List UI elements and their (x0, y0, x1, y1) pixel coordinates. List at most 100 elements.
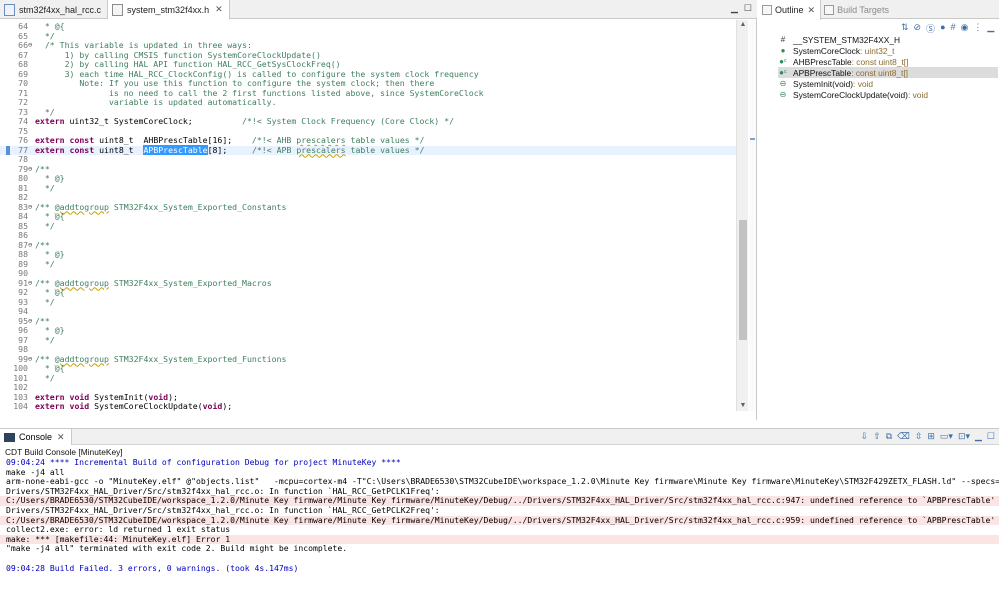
code-line[interactable]: 104 extern void SystemCoreClockUpdate(voi… (0, 402, 736, 411)
outline-item-type: : void (853, 78, 874, 89)
code-line[interactable]: 92 * @{ (0, 288, 736, 297)
macro-icon: # (780, 35, 786, 44)
minimize-icon[interactable]: ▁ (975, 431, 982, 442)
next-error-icon[interactable]: ⇩ (861, 431, 869, 442)
console-line: C:/Users/BRADE6530/STM32CubeIDE/workspac… (0, 515, 999, 526)
minimize-icon[interactable]: ▁ (731, 3, 738, 14)
fold-toggle-icon[interactable]: ⊖ (28, 317, 34, 326)
overview-ruler[interactable] (749, 20, 756, 411)
scroll-down-icon[interactable]: ▼ (737, 401, 749, 411)
code-line[interactable]: 81 */ (0, 183, 736, 193)
prev-error-icon[interactable]: ⇧ (873, 431, 881, 442)
line-number: 74 (18, 116, 28, 126)
copy-icon[interactable]: ⧉ (886, 431, 892, 442)
outline-item[interactable]: ⊖ SystemInit(void) : void (778, 78, 998, 89)
code-line[interactable]: 86 (0, 231, 736, 240)
console-line: Drivers/STM32F4xx_HAL_Driver/Src/stm32f4… (6, 486, 440, 496)
console-line: collect2.exe: error: ld returned 1 exit … (6, 525, 231, 535)
code-line[interactable]: 102 (0, 383, 736, 392)
console-line: C:/Users/BRADE6530/STM32CubeIDE/workspac… (0, 496, 999, 506)
line-number: 64 (18, 21, 28, 31)
console-tab-bar: Console ✕ (0, 429, 999, 445)
code-line[interactable]: 78 (0, 155, 736, 164)
code-line[interactable]: 99 ⊖/** @addtogroup STM32F4xx_System_Expo… (0, 354, 736, 364)
console-toolbar: ⇩ ⇧ ⧉ ⌫ ⇳ ⊞ ▭▾ ⊡▾ ▁ ☐ (861, 431, 995, 442)
code-line[interactable]: 80 * @} (0, 174, 736, 183)
code-editor[interactable]: 64 * @{65 */66 ⊖ /* This variable is upda… (0, 20, 736, 411)
code-text: */ (35, 258, 55, 269)
build-targets-icon (824, 4, 835, 15)
tab-outline-label: Outline (775, 5, 804, 15)
tab-build-targets[interactable]: Build Targets (821, 0, 894, 19)
outline-tab-bar: Outline ✕ Build Targets (759, 0, 999, 20)
console-line: 09:04:24 **** Incremental Build of confi… (6, 458, 401, 467)
outline-item-name: SystemCoreClock (793, 45, 861, 56)
close-icon[interactable]: ✕ (808, 5, 816, 16)
code-line[interactable]: 95 ⊖/** (0, 316, 736, 326)
function-icon: ⊖ (779, 90, 787, 99)
fold-toggle-icon[interactable]: ⊖ (28, 203, 34, 212)
code-line[interactable]: 94 (0, 307, 736, 316)
outline-item[interactable]: ●ᶜ AHBPrescTable : const uint8_t[] (778, 56, 998, 67)
editor-tab-0[interactable]: stm32f4xx_hal_rcc.c (0, 0, 109, 19)
line-number: 94 (18, 306, 28, 316)
line-number: 98 (18, 344, 28, 354)
code-line[interactable]: 64 * @{ (0, 22, 736, 31)
code-line[interactable]: 101 */ (0, 373, 736, 383)
tab-console[interactable]: Console ✕ (0, 429, 72, 445)
scroll-up-icon[interactable]: ▲ (737, 20, 749, 30)
line-number: 88 (18, 249, 28, 259)
code-line[interactable]: 74 extern uint32_t SystemCoreClock; /*!< … (0, 117, 736, 126)
console-output[interactable]: 09:04:24 **** Incremental Build of confi… (0, 458, 999, 595)
function-icon: ⊖ (779, 79, 787, 88)
code-text: /** @addtogroup STM32F4xx_System_Exporte… (35, 201, 287, 212)
scrollbar-thumb[interactable] (739, 220, 747, 340)
outline-item-type: : const uint8_t[] (851, 56, 909, 67)
code-line[interactable]: 96 * @} (0, 326, 736, 335)
code-line[interactable]: 93 */ (0, 297, 736, 307)
tab-console-label: Console (19, 432, 53, 442)
outline-item[interactable]: ●ᶜ APBPrescTable : const uint8_t[] (778, 67, 998, 78)
editor-tab-1[interactable]: system_stm32f4xx.h ✕ (108, 0, 230, 20)
display-console-icon[interactable]: ▭▾ (940, 431, 953, 442)
code-line[interactable]: 83 ⊖/** @addtogroup STM32F4xx_System_Expo… (0, 201, 736, 212)
code-line[interactable]: 88 * @} (0, 250, 736, 259)
maximize-icon[interactable]: ☐ (987, 431, 995, 442)
code-line[interactable]: 87 ⊖/** (0, 240, 736, 250)
fold-toggle-icon[interactable]: ⊖ (28, 241, 34, 250)
code-line[interactable]: 77 extern const uint8_t APBPrescTable[8];… (0, 144, 736, 155)
c-file-icon (4, 3, 15, 16)
code-line[interactable]: 85 */ (0, 221, 736, 231)
outline-item-name: AHBPrescTable (793, 56, 852, 67)
variable-icon: ● (780, 46, 786, 55)
fold-toggle-icon[interactable]: ⊖ (28, 41, 34, 50)
fold-toggle-icon[interactable]: ⊖ (28, 165, 34, 174)
close-icon[interactable]: ✕ (215, 4, 223, 15)
fold-toggle-icon[interactable]: ⊖ (28, 355, 34, 364)
outline-item[interactable]: # __SYSTEM_STM32F4XX_H (778, 34, 998, 45)
code-line[interactable]: 100 * @{ (0, 364, 736, 373)
code-line[interactable]: 97 */ (0, 334, 736, 345)
code-text: */ (35, 334, 55, 345)
maximize-icon[interactable]: ☐ (744, 3, 752, 14)
line-number: 84 (18, 211, 28, 221)
clear-icon[interactable]: ⌫ (897, 431, 910, 442)
outline-item[interactable]: ● SystemCoreClock : uint32_t (778, 45, 998, 56)
code-line[interactable]: 72 variable is updated automatically. (0, 98, 736, 107)
outline-item[interactable]: ⊖ SystemCoreClockUpdate(void) : void (778, 89, 998, 100)
pin-icon[interactable]: ⊞ (927, 431, 935, 442)
occurrence-marker[interactable] (750, 138, 755, 140)
outline-item-type: : void (907, 89, 928, 100)
code-line[interactable]: 84 * @{ (0, 212, 736, 221)
code-line[interactable]: 89 */ (0, 258, 736, 269)
tab-outline[interactable]: Outline ✕ (759, 0, 822, 20)
code-line[interactable]: 91 ⊖/** @addtogroup STM32F4xx_System_Expo… (0, 278, 736, 288)
line-number: 76 (18, 135, 28, 145)
close-icon[interactable]: ✕ (57, 432, 65, 443)
scroll-lock-icon[interactable]: ⇳ (915, 431, 923, 442)
editor-vertical-scrollbar[interactable]: ▲ ▼ (736, 20, 748, 411)
code-line[interactable]: 79 ⊖/** (0, 164, 736, 174)
open-console-icon[interactable]: ⊡▾ (958, 431, 970, 442)
fold-toggle-icon[interactable]: ⊖ (28, 279, 34, 288)
